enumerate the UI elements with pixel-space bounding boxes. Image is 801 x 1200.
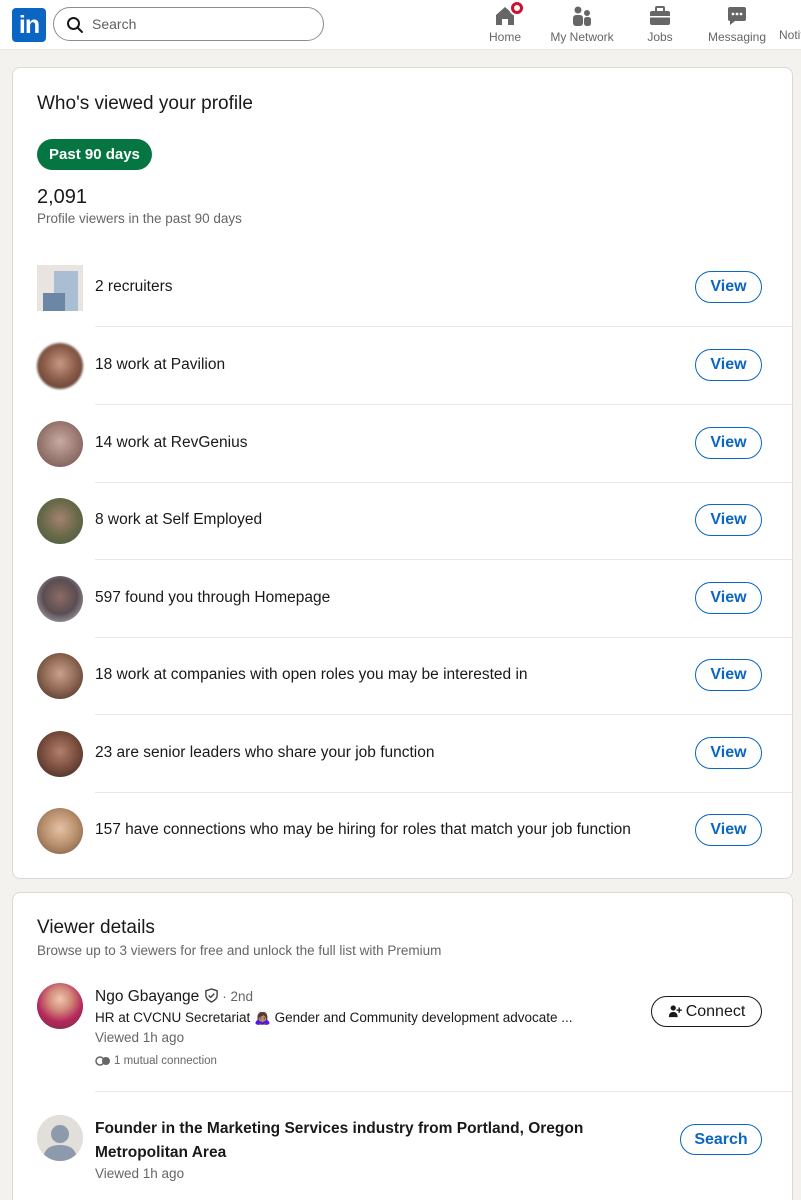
insight-label: 18 work at Pavilion bbox=[95, 356, 226, 373]
view-button[interactable]: View bbox=[695, 427, 762, 459]
view-button[interactable]: View bbox=[695, 659, 762, 691]
viewer-divider bbox=[95, 1091, 792, 1092]
view-button[interactable]: View bbox=[695, 737, 762, 769]
mutual-connections-label: 1 mutual connection bbox=[114, 1055, 217, 1067]
avatar bbox=[37, 731, 83, 777]
nav-home-label: Home bbox=[488, 30, 521, 44]
viewer-headline: HR at CVCNU Secretariat 🙇🏽‍♀️ Gender and… bbox=[95, 1010, 573, 1025]
connection-degree: · 2nd bbox=[222, 989, 254, 1004]
viewer-name[interactable]: Ngo Gbayange bbox=[95, 988, 199, 1005]
viewer-item[interactable]: Ngo Gbayange · 2nd HR at CVCNU Secretaria… bbox=[37, 983, 794, 1091]
avatar[interactable] bbox=[37, 983, 83, 1029]
insight-row[interactable]: 23 are senior leaders who share your job… bbox=[37, 715, 794, 793]
insight-label: 597 found you through Homepage bbox=[95, 589, 331, 606]
avatar bbox=[37, 653, 83, 699]
network-icon bbox=[570, 4, 594, 28]
insight-label: 2 recruiters bbox=[95, 278, 173, 295]
nav-jobs[interactable]: Jobs bbox=[642, 4, 678, 48]
avatar bbox=[37, 421, 83, 467]
date-range-filter[interactable]: Past 90 days bbox=[37, 139, 152, 170]
card-title: Who's viewed your profile bbox=[37, 93, 253, 114]
mutual-connections[interactable]: 1 mutual connection bbox=[95, 1055, 217, 1067]
viewed-time: Viewed 1h ago bbox=[95, 1030, 185, 1045]
home-icon bbox=[493, 0, 525, 28]
view-button[interactable]: View bbox=[695, 582, 762, 614]
nav-my-network-label: My Network bbox=[550, 30, 614, 44]
viewer-item[interactable]: Founder in the Marketing Services indust… bbox=[37, 1115, 794, 1195]
insight-row[interactable]: 157 have connections who may be hiring f… bbox=[37, 792, 794, 870]
avatar bbox=[37, 576, 83, 622]
briefcase-icon bbox=[648, 4, 672, 28]
messaging-icon bbox=[725, 4, 749, 28]
insight-row[interactable]: 14 work at RevGenius View bbox=[37, 405, 794, 483]
insight-label: 23 are senior leaders who share your job… bbox=[95, 744, 435, 761]
search-box[interactable] bbox=[53, 7, 324, 41]
nav-notifications-label: Notif bbox=[779, 28, 801, 42]
top-navigation: in Home My Network bbox=[0, 0, 801, 50]
view-button[interactable]: View bbox=[695, 349, 762, 381]
insight-label: 157 have connections who may be hiring f… bbox=[95, 821, 631, 838]
nav-messaging-label: Messaging bbox=[707, 30, 767, 44]
linkedin-logo[interactable]: in bbox=[12, 8, 46, 42]
view-button[interactable]: View bbox=[695, 504, 762, 536]
connect-button[interactable]: Connect bbox=[651, 996, 762, 1027]
nav-jobs-label: Jobs bbox=[647, 30, 673, 44]
insight-label: 14 work at RevGenius bbox=[95, 434, 248, 451]
viewer-name-line[interactable]: Ngo Gbayange · 2nd bbox=[95, 988, 253, 1008]
profile-views-card: Who's viewed your profile Past 90 days 2… bbox=[12, 67, 794, 879]
recruiters-thumbnail bbox=[37, 265, 83, 311]
insight-row[interactable]: 597 found you through Homepage View bbox=[37, 560, 794, 638]
card-title: Viewer details bbox=[37, 917, 155, 938]
search-button[interactable]: Search bbox=[680, 1124, 762, 1155]
verified-shield-icon bbox=[204, 988, 219, 1008]
nav-my-network[interactable]: My Network bbox=[546, 4, 618, 48]
avatar bbox=[37, 808, 83, 854]
insight-row[interactable]: 18 work at Pavilion View bbox=[37, 327, 794, 405]
viewer-details-card: Viewer details Browse up to 3 viewers fo… bbox=[12, 892, 793, 1200]
anonymous-avatar bbox=[37, 1115, 83, 1161]
viewer-count: 2,091 bbox=[37, 186, 88, 208]
insight-label: 8 work at Self Employed bbox=[95, 511, 263, 528]
avatar bbox=[37, 343, 83, 389]
viewer-count-caption: Profile viewers in the past 90 days bbox=[37, 211, 242, 226]
avatar bbox=[37, 498, 83, 544]
search-icon bbox=[67, 17, 83, 33]
notification-badge bbox=[509, 0, 525, 16]
insight-row[interactable]: 8 work at Self Employed View bbox=[37, 482, 794, 560]
mutual-connection-icon bbox=[95, 1056, 110, 1066]
nav-messaging[interactable]: Messaging bbox=[705, 4, 769, 48]
card-subtitle: Browse up to 3 viewers for free and unlo… bbox=[37, 943, 442, 958]
insight-label: 18 work at companies with open roles you… bbox=[95, 666, 528, 683]
nav-home[interactable]: Home bbox=[486, 0, 525, 48]
insight-row[interactable]: 2 recruiters View bbox=[37, 249, 794, 327]
connect-button-label: Connect bbox=[685, 1003, 746, 1020]
viewer-description: Founder in the Marketing Services indust… bbox=[95, 1120, 584, 1161]
bell-icon bbox=[779, 4, 801, 28]
view-button[interactable]: View bbox=[695, 814, 762, 846]
viewed-time: Viewed 1h ago bbox=[95, 1166, 185, 1181]
search-input[interactable] bbox=[92, 12, 312, 36]
add-person-icon bbox=[668, 1005, 682, 1018]
insight-row[interactable]: 18 work at companies with open roles you… bbox=[37, 637, 794, 715]
view-button[interactable]: View bbox=[695, 271, 762, 303]
nav-notifications[interactable]: Notif bbox=[779, 4, 801, 48]
